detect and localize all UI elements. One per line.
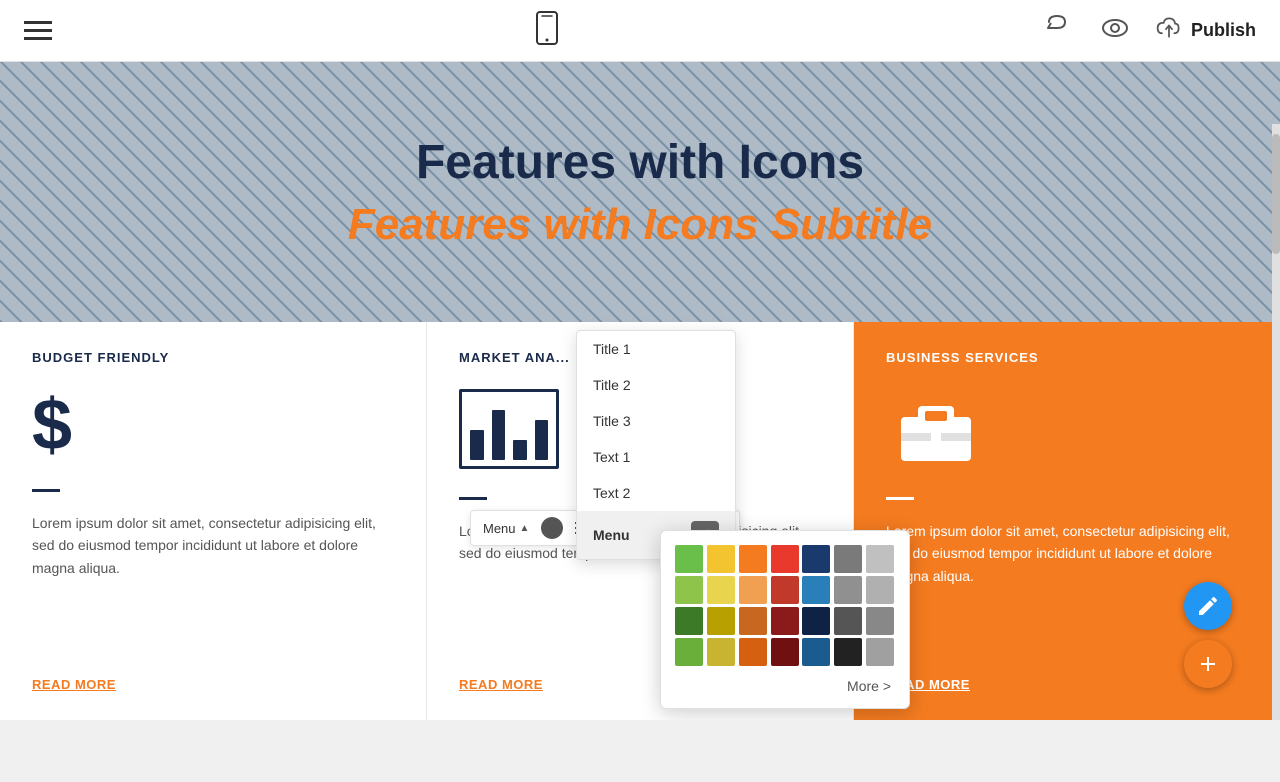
color-grid — [675, 545, 895, 666]
color-swatch[interactable] — [707, 638, 735, 666]
hero-title: Features with Icons — [416, 135, 864, 190]
dropdown-item-title3[interactable]: Title 3 — [577, 403, 735, 439]
more-button[interactable]: More > — [675, 678, 895, 694]
color-swatch[interactable] — [834, 545, 862, 573]
main-content: Features with Icons Features with Icons … — [0, 62, 1280, 720]
color-swatch[interactable] — [739, 607, 767, 635]
color-swatch[interactable] — [834, 576, 862, 604]
dropdown-item-title2[interactable]: Title 2 — [577, 367, 735, 403]
color-swatch[interactable] — [739, 638, 767, 666]
color-swatch[interactable] — [675, 545, 703, 573]
dropdown-item-text2[interactable]: Text 2 — [577, 475, 735, 511]
color-swatch[interactable] — [834, 607, 862, 635]
card-budget-link[interactable]: READ MORE — [32, 677, 394, 692]
card-divider-2 — [459, 497, 487, 500]
eye-icon[interactable] — [1099, 12, 1131, 49]
color-dot[interactable] — [541, 517, 563, 539]
undo-icon[interactable] — [1043, 12, 1075, 49]
color-swatch[interactable] — [675, 638, 703, 666]
scroll-thumb[interactable] — [1272, 134, 1280, 254]
color-swatch[interactable] — [707, 545, 735, 573]
hero-background — [0, 62, 1280, 322]
color-swatch[interactable] — [866, 576, 894, 604]
color-swatch[interactable] — [675, 607, 703, 635]
dropdown-item-text1[interactable]: Text 1 — [577, 439, 735, 475]
card-budget-title: BUDGET FRIENDLY — [32, 350, 394, 365]
caret-icon: ▲ — [520, 523, 530, 534]
toolbar-center — [529, 10, 565, 51]
toolbar: Publish — [0, 0, 1280, 62]
color-swatch[interactable] — [866, 545, 894, 573]
color-swatch[interactable] — [771, 545, 799, 573]
color-swatch[interactable] — [866, 607, 894, 635]
phone-icon[interactable] — [529, 10, 565, 51]
briefcase-icon — [886, 389, 986, 469]
color-swatch[interactable] — [739, 576, 767, 604]
dropdown-menu: Title 1 Title 2 Title 3 Text 1 Text 2 Me… — [576, 330, 736, 560]
color-swatch[interactable] — [707, 576, 735, 604]
color-picker: More > — [660, 530, 910, 709]
publish-label: Publish — [1191, 20, 1256, 41]
cloud-upload-icon — [1155, 14, 1183, 47]
fab-add-button[interactable] — [1184, 640, 1232, 688]
card-business-text: Lorem ipsum dolor sit amet, consectetur … — [886, 520, 1248, 587]
color-swatch[interactable] — [802, 638, 830, 666]
card-budget: BUDGET FRIENDLY $ Lorem ipsum dolor sit … — [0, 322, 427, 720]
color-swatch[interactable] — [675, 576, 703, 604]
card-business-title: BUSINESS SERVICES — [886, 350, 1248, 365]
color-swatch[interactable] — [771, 576, 799, 604]
fab-edit-button[interactable] — [1184, 582, 1232, 630]
scrollbar[interactable] — [1272, 124, 1280, 720]
color-swatch[interactable] — [802, 607, 830, 635]
color-swatch[interactable] — [802, 576, 830, 604]
dollar-icon: $ — [32, 389, 394, 461]
card-divider — [32, 489, 60, 492]
color-swatch[interactable] — [707, 607, 735, 635]
hero-subtitle: Features with Icons Subtitle — [348, 200, 932, 250]
color-swatch[interactable] — [739, 545, 767, 573]
color-swatch[interactable] — [771, 607, 799, 635]
color-swatch[interactable] — [771, 638, 799, 666]
toolbar-right: Publish — [1043, 12, 1256, 49]
publish-button[interactable]: Publish — [1155, 14, 1256, 47]
color-swatch[interactable] — [802, 545, 830, 573]
menu-bar-label[interactable]: Menu ▲ — [483, 521, 529, 536]
dropdown-item-title1[interactable]: Title 1 — [577, 331, 735, 367]
color-swatch[interactable] — [834, 638, 862, 666]
toolbar-left — [24, 21, 52, 40]
card-budget-text: Lorem ipsum dolor sit amet, consectetur … — [32, 512, 394, 579]
color-swatch[interactable] — [866, 638, 894, 666]
hero-section: Features with Icons Features with Icons … — [0, 62, 1280, 322]
hamburger-icon[interactable] — [24, 21, 52, 40]
card-divider-3 — [886, 497, 914, 500]
